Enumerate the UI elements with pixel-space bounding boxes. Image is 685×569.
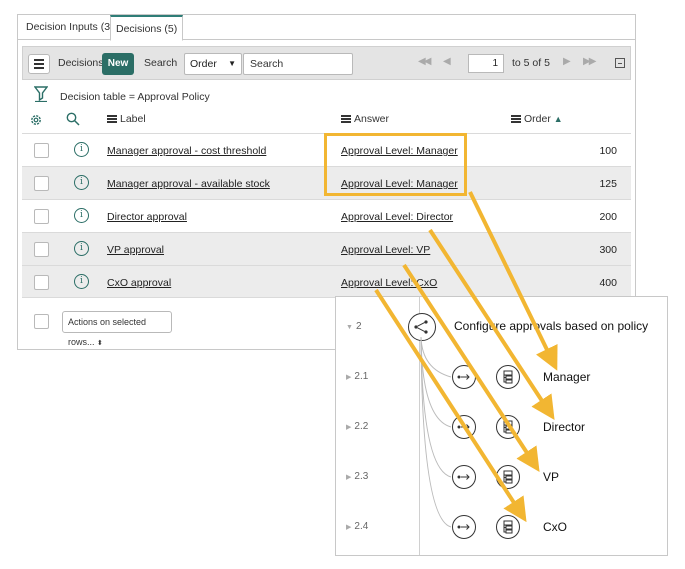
subflow-icon[interactable] xyxy=(496,515,520,539)
next-page-icon[interactable]: ▶ xyxy=(563,56,571,67)
info-icon[interactable]: i xyxy=(74,142,89,157)
row-order: 400 xyxy=(599,277,617,289)
subflow-icon[interactable] xyxy=(496,465,520,489)
row-order: 200 xyxy=(599,211,617,223)
tab-decisions[interactable]: Decisions (5) xyxy=(110,15,184,41)
info-icon[interactable]: i xyxy=(74,274,89,289)
flow-step-icon[interactable] xyxy=(452,415,476,439)
flow-step-icon[interactable] xyxy=(452,365,476,389)
actions-select[interactable]: Actions on selected rows... ⬍ xyxy=(62,311,172,347)
answer-highlight-box xyxy=(324,133,467,196)
column-menu-icon[interactable] xyxy=(341,115,351,123)
row-answer-link[interactable]: Approval Level: CxO xyxy=(341,277,437,289)
search-field-value: Order xyxy=(190,58,217,70)
row-answer-link[interactable]: Approval Level: Director xyxy=(341,211,453,223)
table-row[interactable]: i Director approval Approval Level: Dire… xyxy=(22,199,631,232)
row-checkbox[interactable] xyxy=(34,242,49,257)
chevron-down-icon: ▼ xyxy=(346,324,353,331)
flow-step-number: ▶ 2.3 xyxy=(346,471,369,482)
page-range: to 5 of 5 xyxy=(512,57,550,69)
search-icon[interactable] xyxy=(66,112,80,126)
search-input[interactable]: Search xyxy=(243,53,353,75)
first-page-icon[interactable]: ◀◀ xyxy=(418,56,431,67)
row-order: 100 xyxy=(599,145,617,157)
row-order: 125 xyxy=(599,178,617,190)
table-row[interactable]: i VP approval Approval Level: VP 300 xyxy=(22,232,631,265)
flow-step-number: ▶ 2.4 xyxy=(346,521,369,532)
flow-step-name: Manager xyxy=(543,370,591,384)
last-page-icon[interactable]: ▶▶ xyxy=(583,56,596,67)
chevron-right-icon: ▶ xyxy=(346,374,352,381)
row-checkbox[interactable] xyxy=(34,209,49,224)
gear-icon[interactable] xyxy=(29,113,43,127)
flow-step-name: CxO xyxy=(543,520,567,534)
column-header-order[interactable]: Order ▲ xyxy=(511,113,563,129)
column-header-label[interactable]: Label xyxy=(107,113,146,129)
sort-ascending-icon: ▲ xyxy=(553,114,563,124)
flow-step-icon[interactable] xyxy=(452,465,476,489)
row-checkbox[interactable] xyxy=(34,176,49,191)
flow-step-number: ▶ 2.1 xyxy=(346,371,369,382)
search-label: Search xyxy=(144,57,178,69)
column-menu-icon[interactable] xyxy=(107,115,117,123)
select-all-checkbox[interactable] xyxy=(34,314,49,329)
chevron-down-icon: ▼ xyxy=(228,59,236,68)
flow-step-number: ▶ 2.2 xyxy=(346,421,369,432)
row-order: 300 xyxy=(599,244,617,256)
flow-step-name: Director xyxy=(543,420,586,434)
flow-panel: ▼ 2 Configure approvals based on policy ▶… xyxy=(335,296,668,556)
chevron-updown-icon: ⬍ xyxy=(97,340,103,347)
row-answer-link[interactable]: Approval Level: VP xyxy=(341,244,430,256)
info-icon[interactable]: i xyxy=(74,241,89,256)
row-label-link[interactable]: Director approval xyxy=(107,211,187,223)
info-icon[interactable]: i xyxy=(74,208,89,223)
subflow-icon[interactable] xyxy=(496,365,520,389)
row-label-link[interactable]: CxO approval xyxy=(107,277,171,289)
info-icon[interactable]: i xyxy=(74,175,89,190)
search-field-select[interactable]: Order ▼ xyxy=(184,53,242,75)
flow-step-icon[interactable] xyxy=(452,515,476,539)
column-menu-icon[interactable] xyxy=(511,115,521,123)
prev-page-icon[interactable]: ◀ xyxy=(443,56,451,67)
table-row[interactable]: i CxO approval Approval Level: CxO 400 xyxy=(22,265,631,298)
row-label-link[interactable]: Manager approval - available stock xyxy=(107,178,270,190)
flow-step-number: ▼ 2 xyxy=(346,321,362,332)
new-button[interactable]: New xyxy=(102,53,134,75)
list-toolbar: Decisions New Search Order ▼ Search ◀◀ ◀… xyxy=(22,46,631,80)
row-label-link[interactable]: VP approval xyxy=(107,244,164,256)
tab-bar: Decision Inputs (3) Decisions (5) xyxy=(18,15,635,41)
collapse-icon[interactable] xyxy=(615,58,625,68)
flow-title: Configure approvals based on policy xyxy=(454,319,649,333)
chevron-right-icon: ▶ xyxy=(346,524,352,531)
row-checkbox[interactable] xyxy=(34,275,49,290)
chevron-right-icon: ▶ xyxy=(346,474,352,481)
menu-icon[interactable] xyxy=(28,54,50,74)
filter-icon[interactable] xyxy=(34,86,48,102)
chevron-right-icon: ▶ xyxy=(346,424,352,431)
row-checkbox[interactable] xyxy=(34,143,49,158)
page-number-input[interactable]: 1 xyxy=(468,54,504,73)
filter-breadcrumb[interactable]: Decision table = Approval Policy xyxy=(60,91,210,103)
column-header-answer[interactable]: Answer xyxy=(341,113,389,129)
row-label-link[interactable]: Manager approval - cost threshold xyxy=(107,145,266,157)
tab-decision-inputs[interactable]: Decision Inputs (3) xyxy=(22,15,118,40)
subflow-icon[interactable] xyxy=(496,415,520,439)
list-title: Decisions xyxy=(58,57,104,69)
flow-step-name: VP xyxy=(543,470,560,484)
